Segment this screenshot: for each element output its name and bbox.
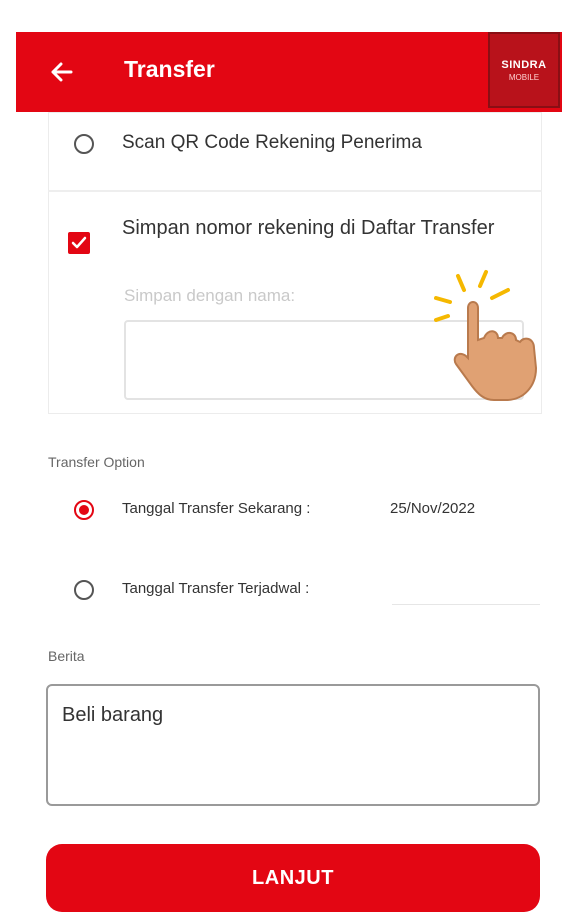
brand-logo: SINDRA MOBILE (488, 32, 560, 108)
transfer-screen: Transfer SINDRA MOBILE Scan QR Code Reke… (0, 0, 562, 922)
transfer-now-label[interactable]: Tanggal Transfer Sekarang : (122, 500, 310, 517)
logo-text-bottom: MOBILE (508, 72, 540, 82)
transfer-now-radio[interactable] (74, 500, 94, 520)
save-account-checkbox[interactable] (68, 232, 90, 254)
save-account-label[interactable]: Simpan nomor rekening di Daftar Transfer (122, 214, 502, 242)
checkmark-icon (71, 236, 87, 249)
tap-hand-icon (434, 270, 538, 401)
scheduled-date-field[interactable] (392, 604, 540, 605)
scan-qr-label[interactable]: Scan QR Code Rekening Penerima (122, 132, 422, 154)
logo-text-top: SINDRA (501, 58, 547, 71)
page-title: Transfer (124, 56, 215, 82)
save-name-hint: Simpan dengan nama: (124, 286, 296, 305)
transfer-scheduled-radio[interactable] (74, 580, 94, 600)
continue-button[interactable]: LANJUT (46, 844, 540, 912)
arrow-left-icon (51, 62, 73, 82)
card-divider (48, 190, 542, 192)
berita-input[interactable]: Beli barang (46, 684, 540, 806)
transfer-now-date: 25/Nov/2022 (390, 500, 476, 517)
berita-value: Beli barang (62, 704, 164, 726)
back-button[interactable] (44, 54, 80, 90)
app-bar: Transfer SINDRA MOBILE (16, 32, 562, 112)
transfer-option-label: Transfer Option (48, 454, 145, 470)
transfer-scheduled-label[interactable]: Tanggal Transfer Terjadwal : (122, 580, 309, 597)
berita-label: Berita (48, 648, 85, 664)
scan-qr-radio[interactable] (74, 134, 94, 154)
